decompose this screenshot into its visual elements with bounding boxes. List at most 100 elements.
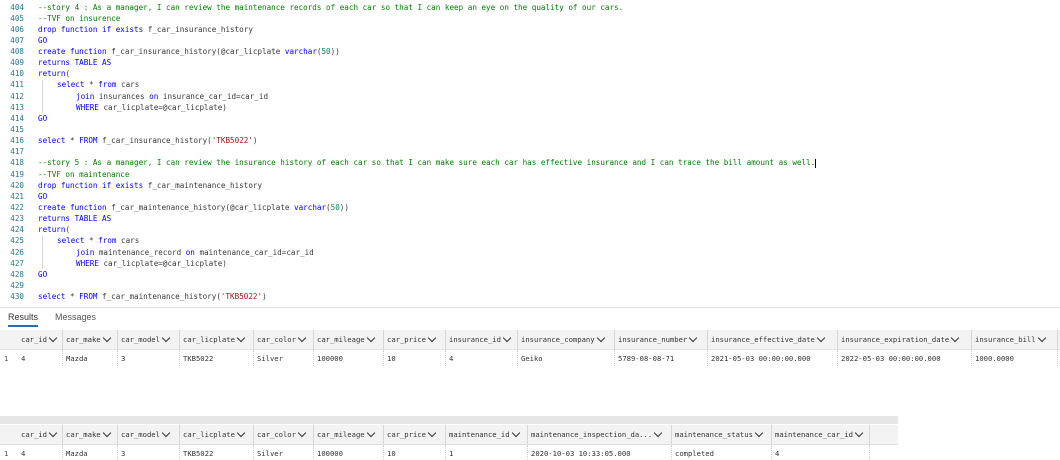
code-line[interactable]: 421 GO: [0, 191, 1060, 202]
chevron-down-icon[interactable]: [653, 428, 663, 437]
chevron-down-icon[interactable]: [236, 428, 246, 437]
code-line[interactable]: 406 drop function if exists f_car_insuran…: [0, 24, 1060, 35]
code-line[interactable]: 424 return(: [0, 224, 1060, 235]
table-cell[interactable]: Mazda: [63, 350, 118, 366]
column-header-car-licplate[interactable]: car_licplate: [180, 330, 254, 349]
table-cell[interactable]: Geiko: [518, 350, 615, 366]
code-line[interactable]: 430 select * FROM f_car_maintenance_histo…: [0, 291, 1060, 302]
column-header-car-mileage[interactable]: car_mileage: [314, 330, 384, 349]
column-header-car-color[interactable]: car_color: [254, 425, 314, 444]
table-cell[interactable]: TKB5022: [180, 350, 254, 366]
table-cell[interactable]: Silver: [254, 350, 314, 366]
table-cell[interactable]: 4: [18, 350, 63, 366]
chevron-down-icon[interactable]: [427, 428, 437, 437]
code-line[interactable]: 408 create function f_car_insurance_histo…: [0, 46, 1060, 57]
column-header-insurance-id[interactable]: insurance_id: [446, 330, 518, 349]
chevron-down-icon[interactable]: [366, 428, 375, 437]
column-header-maintenance-inspection-da[interactable]: maintenance_inspection_da...: [528, 425, 672, 444]
sql-editor[interactable]: 404 --story 4 : As a manager, I can revie…: [0, 0, 1060, 305]
code-line[interactable]: 410 return(: [0, 68, 1060, 79]
column-header-insurance-effective-date[interactable]: insurance_effective_date: [708, 330, 838, 349]
code-line[interactable]: 428 GO: [0, 269, 1060, 280]
chevron-down-icon[interactable]: [102, 428, 111, 437]
column-header-car-model[interactable]: car_model: [118, 425, 180, 444]
chevron-down-icon[interactable]: [102, 333, 111, 342]
chevron-down-icon[interactable]: [511, 428, 520, 437]
code-line[interactable]: 418 --story 5 : As a manager, I can revie…: [0, 157, 1060, 168]
table-cell[interactable]: 2022-05-03 00:00:00.000: [838, 350, 972, 366]
code-line[interactable]: 411 select * from cars: [0, 79, 1060, 90]
table-cell[interactable]: Silver: [254, 445, 314, 460]
chevron-down-icon[interactable]: [754, 428, 764, 437]
column-header-insurance-bill[interactable]: insurance_bill: [972, 330, 1058, 349]
code-line[interactable]: 422 create function f_car_maintenance_his…: [0, 202, 1060, 213]
tab-results[interactable]: Results: [8, 312, 39, 327]
chevron-down-icon[interactable]: [48, 333, 58, 342]
table-cell[interactable]: 100000: [314, 350, 384, 366]
table-cell[interactable]: Mazda: [63, 445, 118, 460]
column-header-car-price[interactable]: car_price: [384, 425, 446, 444]
chevron-down-icon[interactable]: [161, 428, 171, 437]
chevron-down-icon[interactable]: [366, 333, 375, 342]
chevron-down-icon[interactable]: [950, 333, 960, 342]
chevron-down-icon[interactable]: [297, 428, 307, 437]
code-line[interactable]: 427 WHERE car_licplate=@car_licplate): [0, 258, 1060, 269]
chevron-down-icon[interactable]: [427, 333, 437, 342]
code-line[interactable]: 417: [0, 146, 1060, 157]
table-cell[interactable]: 10: [384, 445, 446, 460]
code-line[interactable]: 416 select * FROM f_car_insurance_history…: [0, 135, 1060, 146]
column-header-car-mileage[interactable]: car_mileage: [314, 425, 384, 444]
column-header-car-make[interactable]: car_make: [63, 425, 118, 444]
table-cell[interactable]: 1: [446, 445, 528, 460]
table-cell[interactable]: completed: [672, 445, 772, 460]
chevron-down-icon[interactable]: [816, 333, 826, 342]
chevron-down-icon[interactable]: [161, 333, 171, 342]
chevron-down-icon[interactable]: [502, 333, 512, 342]
column-header-maintenance-id[interactable]: maintenance_id: [446, 425, 528, 444]
table-cell[interactable]: 2021-05-03 00:00:00.000: [708, 350, 838, 366]
code-line[interactable]: 407 GO: [0, 35, 1060, 46]
table-cell[interactable]: 5789-08-08-71: [615, 350, 708, 366]
column-header-car-licplate[interactable]: car_licplate: [180, 425, 254, 444]
column-header-car-color[interactable]: car_color: [254, 330, 314, 349]
code-line[interactable]: 413 WHERE car_licplate=@car_licplate): [0, 102, 1060, 113]
table-cell[interactable]: 100000: [314, 445, 384, 460]
table-cell[interactable]: 4: [18, 445, 63, 460]
table-row[interactable]: 1 4 Mazda 3 TKB5022 Silver 100000 10 4 Geiko 5789-…: [0, 350, 1060, 366]
code-line[interactable]: 405 --TVF on insurence: [0, 13, 1060, 24]
table-cell[interactable]: 10: [384, 350, 446, 366]
table-cell[interactable]: TKB5022: [180, 445, 254, 460]
tab-messages[interactable]: Messages: [55, 312, 96, 322]
chevron-down-icon[interactable]: [297, 333, 307, 342]
code-line[interactable]: 419 --TVF on maintenance: [0, 169, 1060, 180]
chevron-down-icon[interactable]: [689, 333, 698, 342]
column-header-maintenance-status[interactable]: maintenance_status: [672, 425, 772, 444]
table-cell[interactable]: 3: [118, 445, 180, 460]
results-grid-insurance[interactable]: car_id car_make car_model car_licplate car_c…: [0, 330, 1060, 366]
code-line[interactable]: 423 returns TABLE AS: [0, 213, 1060, 224]
chevron-down-icon[interactable]: [236, 333, 246, 342]
code-line[interactable]: 415: [0, 124, 1060, 135]
code-line[interactable]: 429: [0, 280, 1060, 291]
column-header-insurance-company[interactable]: insurance_company: [518, 330, 615, 349]
code-line[interactable]: 425 select * from cars: [0, 235, 1060, 246]
chevron-down-icon[interactable]: [854, 428, 864, 437]
table-row[interactable]: 1 4 Mazda 3 TKB5022 Silver 100000 10 1 2020-10-03…: [0, 445, 898, 460]
column-header-car-model[interactable]: car_model: [118, 330, 180, 349]
table-cell[interactable]: 3: [118, 350, 180, 366]
column-header-car-id[interactable]: car_id: [18, 330, 63, 349]
table-cell[interactable]: 4: [772, 445, 870, 460]
table-cell[interactable]: 1000.0000: [972, 350, 1058, 366]
column-header-insurance-expiration-date[interactable]: insurance_expiration_date: [838, 330, 972, 349]
column-header-maintenance-car-id[interactable]: maintenance_car_id: [772, 425, 870, 444]
chevron-down-icon[interactable]: [48, 428, 58, 437]
code-line[interactable]: 412 join insurances on insurance_car_id=c…: [0, 91, 1060, 102]
column-header-insurance-number[interactable]: insurance_number: [615, 330, 708, 349]
column-header-car-id[interactable]: car_id: [18, 425, 63, 444]
column-header-car-price[interactable]: car_price: [384, 330, 446, 349]
results-grid-maintenance[interactable]: car_id car_make car_model car_licplate car_c…: [0, 425, 898, 460]
column-header-car-make[interactable]: car_make: [63, 330, 118, 349]
code-line[interactable]: 426 join maintenance_record on maintenanc…: [0, 247, 1060, 258]
chevron-down-icon[interactable]: [1037, 333, 1046, 342]
chevron-down-icon[interactable]: [596, 333, 605, 342]
